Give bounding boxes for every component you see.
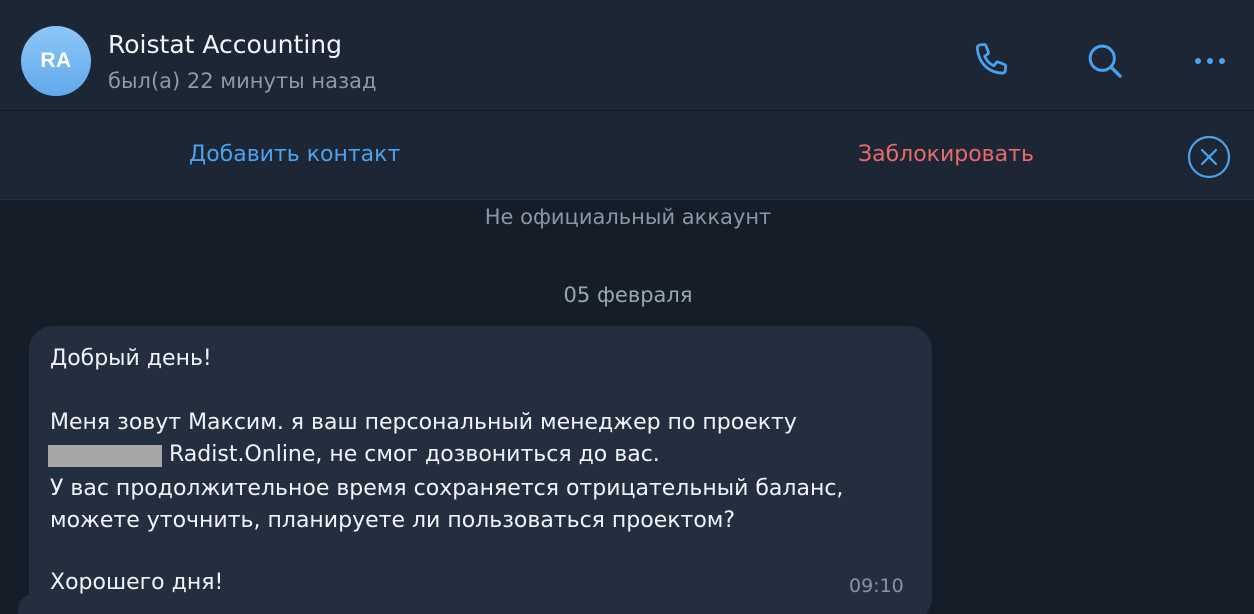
message-line: Добрый день! <box>50 346 212 371</box>
chat-header: RA Roistat Accounting был(а) 22 минуты н… <box>0 12 1254 111</box>
block-button[interactable]: Заблокировать <box>858 140 1034 170</box>
message-line: Хорошего дня! <box>50 570 224 595</box>
last-seen-status: был(а) 22 минуты назад <box>108 69 377 93</box>
chat-screen: RA Roistat Accounting был(а) 22 минуты н… <box>0 0 1254 614</box>
close-circle-icon[interactable] <box>1187 135 1231 179</box>
contact-action-bar: Добавить контакт Заблокировать <box>0 111 1254 200</box>
message-time: 09:10 <box>849 575 904 597</box>
message-line: Меня зовут Максим. я ваш персональный ме… <box>50 410 797 435</box>
message-line: У вас продолжительное время сохраняется … <box>50 476 844 501</box>
phone-icon[interactable] <box>968 37 1016 85</box>
redacted-block <box>48 445 162 467</box>
add-contact-button[interactable]: Добавить контакт <box>189 140 400 170</box>
chat-title[interactable]: Roistat Accounting <box>108 28 342 62</box>
message-line: Radist.Online, не смог дозвониться до ва… <box>169 442 660 467</box>
unofficial-account-notice: Не официальный аккаунт <box>484 205 772 229</box>
avatar[interactable]: RA <box>21 26 91 96</box>
window-top-edge <box>0 0 1254 12</box>
more-icon[interactable] <box>1186 37 1234 85</box>
search-icon[interactable] <box>1081 37 1129 85</box>
date-separator: 05 февраля <box>563 283 693 307</box>
message-bubble-tail <box>18 594 40 614</box>
message-line: можете уточнить, планируете ли пользоват… <box>50 508 736 533</box>
